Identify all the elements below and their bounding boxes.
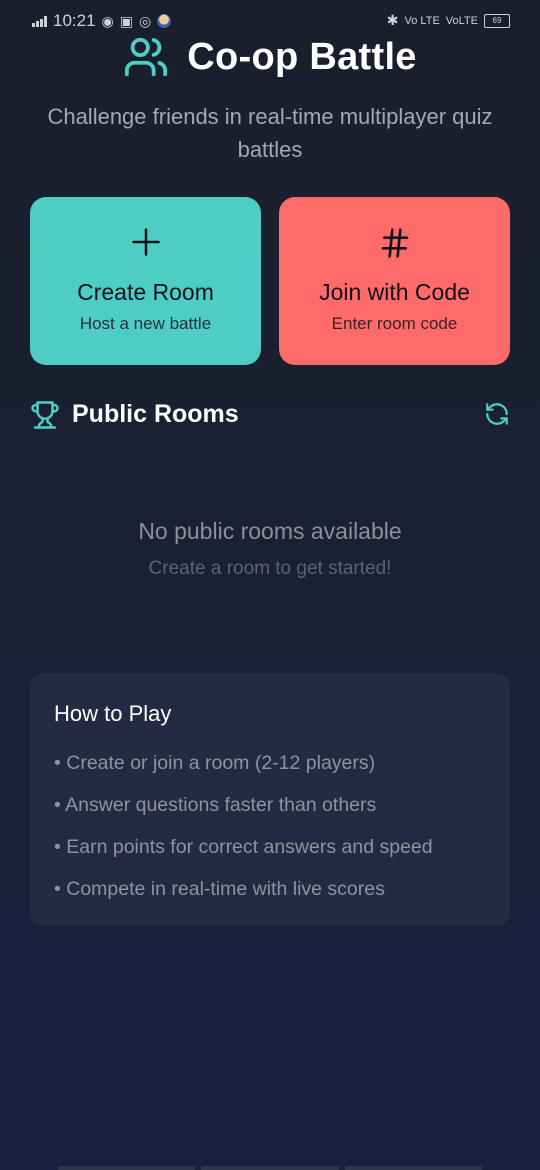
refresh-icon[interactable]	[484, 401, 510, 427]
users-icon	[125, 37, 168, 77]
page-subtitle: Challenge friends in real-time multiplay…	[47, 104, 493, 162]
how-to-play-list: • Create or join a room (2-12 players) •…	[54, 749, 494, 917]
list-item: • Earn points for correct answers and sp…	[54, 836, 433, 858]
network-indicator-1: Vo LTE	[404, 14, 440, 27]
join-with-code-title: Join with Code	[319, 279, 470, 305]
navigation-bar	[58, 1166, 482, 1170]
gallery-icon: ▣	[119, 12, 133, 29]
network-indicator-2: VoLTE	[445, 14, 478, 27]
hash-icon	[381, 228, 408, 258]
create-room-title: Create Room	[77, 279, 214, 305]
public-rooms-header: Public Rooms	[30, 398, 510, 432]
battery-icon: 69	[484, 13, 510, 28]
plus-icon	[131, 228, 160, 256]
location-icon: ◉	[101, 12, 114, 29]
empty-state-subtitle: Create a room to get started!	[148, 558, 392, 579]
empty-state-title: No public rooms available	[138, 518, 402, 544]
trophy-icon	[31, 401, 59, 429]
how-to-play-panel: How to Play • Create or join a room (2-1…	[30, 673, 510, 926]
create-room-button[interactable]: Create Room Host a new battle	[30, 197, 261, 365]
create-room-subtitle: Host a new battle	[79, 314, 212, 333]
list-item: • Compete in real-time with live scores	[54, 878, 385, 900]
public-rooms-title: Public Rooms	[72, 400, 239, 428]
app-header: Co-op Battle	[0, 34, 540, 80]
page-title: Co-op Battle	[187, 35, 417, 78]
how-to-play-title: How to Play	[54, 701, 172, 726]
join-with-code-subtitle: Enter room code	[331, 314, 458, 333]
list-item: • Create or join a room (2-12 players)	[54, 752, 376, 774]
bluetooth-icon: ✱	[386, 12, 399, 28]
signal-icon	[32, 15, 47, 27]
join-with-code-button[interactable]: Join with Code Enter room code	[279, 197, 510, 365]
list-item: • Answer questions faster than others	[54, 794, 377, 816]
whatsapp-icon: ◎	[139, 12, 152, 29]
notification-avatar-icon	[157, 14, 172, 28]
status-time: 10:21	[53, 11, 96, 30]
